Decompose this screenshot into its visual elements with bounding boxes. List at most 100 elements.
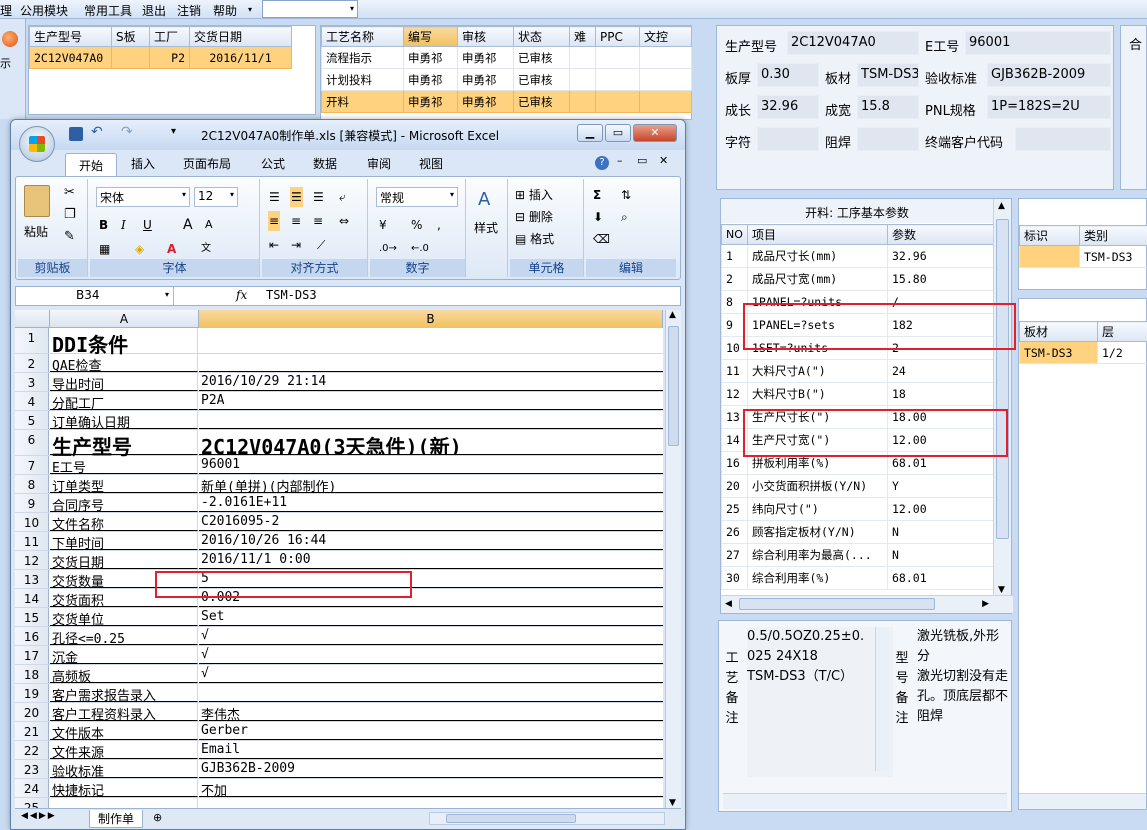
row-header[interactable]: 1 (15, 328, 49, 353)
row-header[interactable]: 25 (15, 798, 49, 808)
col-header-s-board[interactable]: S板 (111, 26, 150, 47)
cell-a[interactable]: 客户需求报告录入 (50, 684, 198, 704)
font-color-icon[interactable]: A (166, 239, 177, 259)
column-header-a[interactable]: A (50, 310, 199, 328)
cell-b[interactable]: GJB362B-2009 (199, 760, 663, 778)
row-header[interactable]: 6 (15, 430, 49, 455)
horizontal-scrollbar[interactable]: ◀ ▶ (721, 595, 1013, 613)
currency-icon[interactable]: ¥ (378, 215, 388, 235)
row-header[interactable]: 15 (15, 608, 49, 626)
find-select-icon[interactable]: ⌕ (620, 207, 629, 227)
row-header[interactable]: 3 (15, 373, 49, 391)
cell-a[interactable]: 孔径<=0.25 (50, 627, 198, 647)
table-row[interactable]: 1 成品尺寸长(mm) 32.96 (721, 244, 994, 268)
horizontal-scrollbar[interactable] (723, 793, 1007, 809)
cell-a[interactable]: 订单确认日期 (50, 411, 198, 431)
row-header[interactable]: 9 (15, 494, 49, 512)
tab-insert[interactable]: 插入 (131, 155, 155, 172)
undo-icon[interactable]: ↶ (91, 124, 103, 140)
menu-item-common-tools[interactable]: 常用工具 (84, 2, 132, 19)
cell-a[interactable]: DDI条件 (50, 328, 198, 357)
col-header-status[interactable]: 状态 (513, 26, 570, 47)
table-row[interactable]: 13 生产尺寸长(") 18.00 (721, 405, 994, 429)
col-header-factory[interactable]: 工厂 (149, 26, 190, 47)
insert-cells-button[interactable]: ⊞ 插入 (514, 185, 554, 205)
model-remark-text[interactable]: 激光铣板,外形分 激光切割没有走 孔。顶底层都不 阻焊 (917, 627, 1011, 777)
cell-b[interactable]: 5 (199, 570, 663, 588)
table-row[interactable]: 14 生产尺寸宽(") 12.00 (721, 428, 994, 452)
cell-a[interactable]: 生产型号 (50, 430, 198, 459)
width-field[interactable]: 15.8 (857, 95, 919, 119)
align-right-icon[interactable]: ≡ (312, 211, 324, 231)
cell-b[interactable]: 新单(单拼)(内部制作) (199, 475, 663, 493)
worksheet[interactable]: A B 1 DDI条件 2 QAE检查 3 导出时间 2016/10/29 21:14 4 分配… (15, 310, 663, 808)
tab-view[interactable]: 视图 (419, 155, 443, 172)
col-header-author[interactable]: 编写 (403, 26, 458, 47)
cell-b[interactable]: 2C12V047A0(3天急件)(新) (199, 430, 663, 455)
cell-b[interactable]: 2016/10/29 21:14 (199, 373, 663, 391)
cell-b[interactable]: 96001 (199, 456, 663, 474)
cell-a[interactable]: 交货单位 (50, 608, 198, 628)
cell-a[interactable]: QAE检查 (50, 354, 198, 374)
vertical-scrollbar[interactable] (875, 627, 889, 771)
minimize-button[interactable]: ▁ (577, 124, 603, 142)
row-header[interactable]: 2 (15, 354, 49, 372)
ribbon-restore-icon[interactable]: ▭ (637, 154, 647, 167)
italic-button[interactable]: I (120, 215, 127, 235)
bold-button[interactable]: B (98, 215, 109, 235)
phonetic-icon[interactable]: 文 (200, 239, 212, 259)
borders-icon[interactable]: ▦ (98, 239, 111, 259)
row-header[interactable]: 7 (15, 456, 49, 474)
cell-b[interactable]: Set (199, 608, 663, 626)
fill-color-icon[interactable]: ◈ (134, 239, 145, 259)
increase-indent-icon[interactable]: ⇥ (290, 235, 302, 255)
orientation-icon[interactable]: ⟋ (316, 235, 326, 255)
vertical-scrollbar[interactable]: ▲ ▼ (993, 199, 1011, 597)
fill-icon[interactable]: ⬇ (592, 207, 604, 227)
table-row[interactable]: TSM-DS3 (1019, 245, 1147, 268)
number-format-select[interactable]: 常规 ▾ (376, 187, 458, 207)
shrink-font-button[interactable]: A (204, 215, 214, 235)
align-left-icon[interactable]: ≡ (268, 211, 281, 231)
help-dropdown-icon[interactable]: ▾ (248, 5, 252, 14)
merge-cells-icon[interactable]: ⇔ (338, 211, 350, 231)
ribbon-minimize-icon[interactable]: – (617, 154, 623, 167)
cell-a[interactable]: 下单时间 (50, 532, 198, 552)
col-header-board[interactable]: 板材 (1019, 321, 1098, 342)
table-row[interactable]: 流程指示 申勇祁 申勇祁 已审核 (321, 46, 692, 69)
col-header-model[interactable]: 生产型号 (29, 26, 112, 47)
formula-input[interactable]: TSM-DS3 (266, 288, 317, 302)
scrollbar-thumb[interactable] (996, 219, 1009, 539)
cell-b[interactable] (199, 354, 663, 372)
table-row[interactable]: 27 综合利用率为最高(... N (721, 543, 994, 567)
scroll-down-icon[interactable]: ▼ (998, 585, 1005, 595)
close-button[interactable]: ✕ (633, 124, 677, 142)
increase-decimal-icon[interactable]: .0→ (378, 239, 398, 259)
row-header[interactable]: 8 (15, 475, 49, 493)
process-remark-text[interactable]: 0.5/0.5OZ0.25±0. 025 24X18 TSM-DS3（T/C） (747, 627, 893, 777)
col-header-layer[interactable]: 层 (1097, 321, 1147, 342)
row-header[interactable]: 12 (15, 551, 49, 569)
horizontal-scrollbar[interactable] (429, 812, 665, 825)
name-box[interactable]: B34 ▾ (16, 287, 174, 305)
clear-icon[interactable]: ⌫ (592, 229, 611, 249)
col-header-difficulty[interactable]: 难 (569, 26, 596, 47)
length-field[interactable]: 32.96 (757, 95, 819, 119)
cell-a[interactable]: 验收标准 (50, 760, 198, 780)
row-header[interactable]: 21 (15, 722, 49, 740)
standard-field[interactable]: GJB362B-2009 (987, 63, 1111, 87)
scrollbar-thumb[interactable] (446, 814, 576, 823)
delete-cells-button[interactable]: ⊟ 删除 (514, 207, 554, 227)
copy-icon[interactable]: ❐ (64, 207, 76, 222)
table-row[interactable]: 11 大料尺寸A(") 24 (721, 359, 994, 383)
menu-item-logout[interactable]: 注销 (177, 2, 201, 19)
row-header[interactable]: 13 (15, 570, 49, 588)
percent-button[interactable]: % (410, 215, 423, 235)
cell-a[interactable]: E工号 (50, 456, 198, 476)
tab-formulas[interactable]: 公式 (261, 155, 285, 172)
customer-code-field[interactable] (1015, 127, 1111, 151)
office-button[interactable] (19, 126, 55, 162)
grow-font-button[interactable]: A (182, 215, 194, 235)
cell-a[interactable]: 交货面积 (50, 589, 198, 609)
cell-a[interactable] (50, 798, 198, 808)
